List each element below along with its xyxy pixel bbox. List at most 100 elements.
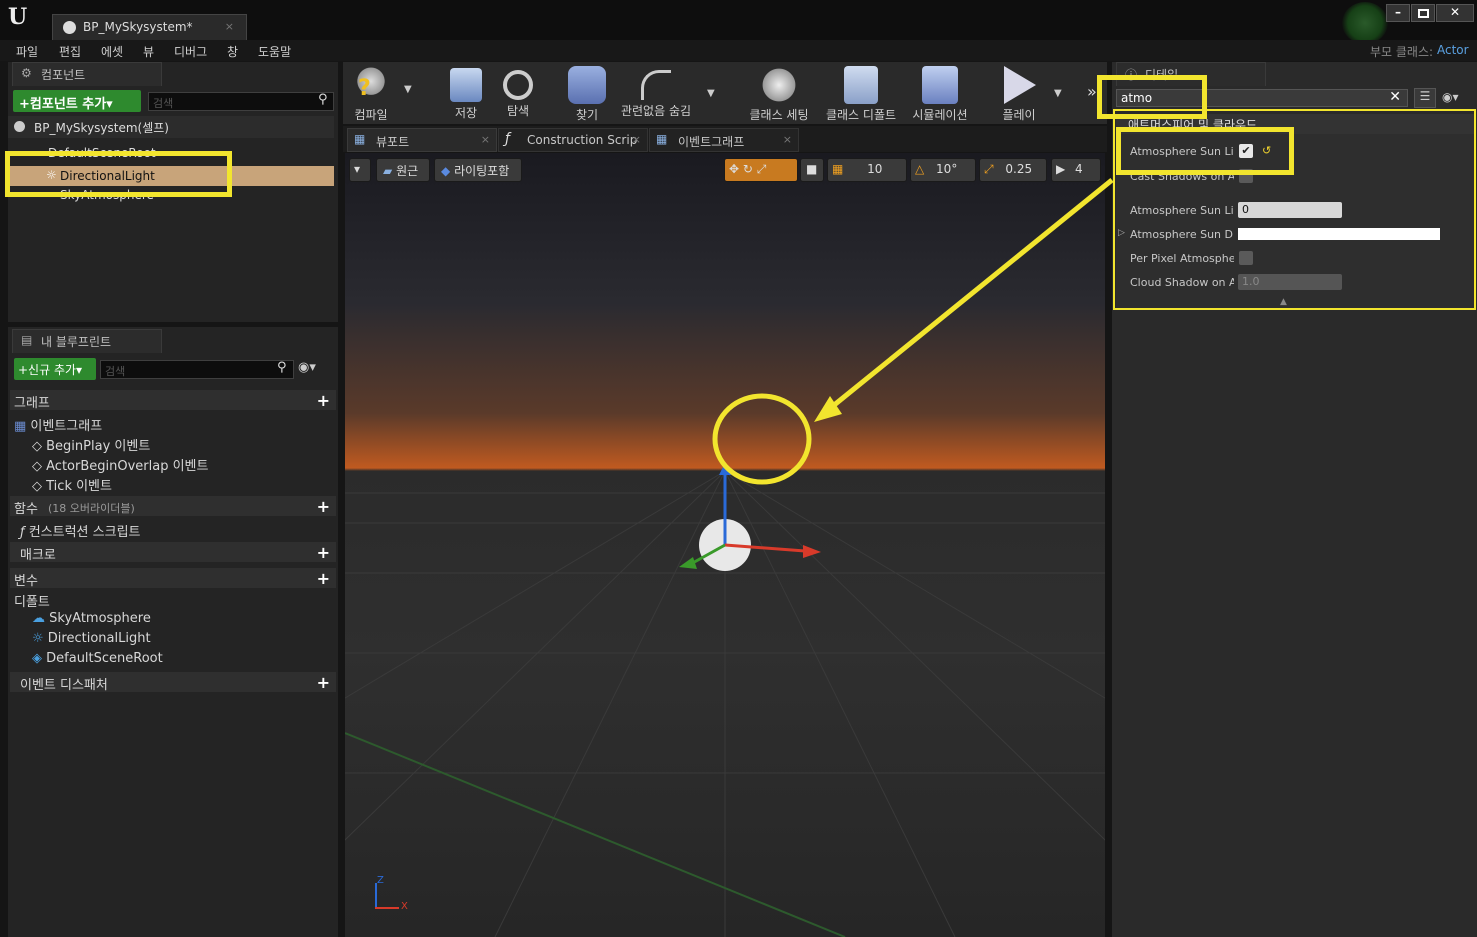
compile-label: 컴파일 [354,108,388,122]
tab-event-graph-label: 이벤트그래프 [678,135,745,149]
blueprint-icon [63,21,76,34]
highlight-directional-light [5,151,232,197]
section-dispatchers[interactable]: 이벤트 디스패처 + [10,672,336,693]
unreal-logo[interactable]: U [8,4,27,30]
perspective-button[interactable]: ▰ 원근 [376,158,430,182]
section-defaults-label[interactable]: 디폴트 [14,591,50,610]
add-icon[interactable]: + [317,391,330,410]
viewport-icon: ▦ [354,132,366,146]
add-icon[interactable]: + [317,497,330,516]
section-graphs[interactable]: 그래프 + [10,390,336,411]
lighting-mode-button[interactable]: ◆ 라이팅포함 [434,158,522,182]
close-icon[interactable]: × [481,133,490,146]
menu-asset[interactable]: 에셋 [101,43,123,60]
blueprint-search-input[interactable]: 검색 [100,360,294,379]
event-graph-label: 이벤트그래프 [30,419,103,434]
graph-icon: ▦ [14,419,31,434]
menu-view[interactable]: 뷰 [143,43,154,60]
component-self-label: BP_MySkysystem(셀프) [34,121,169,135]
add-icon[interactable]: + [317,543,330,562]
add-icon[interactable]: + [317,673,330,692]
clear-search-icon[interactable]: ✕ [1389,89,1401,105]
document-tab[interactable]: BP_MySkysystem* × [52,14,247,40]
sphere-icon [14,121,25,132]
close-icon[interactable]: × [225,20,234,33]
browse-button[interactable]: 탐색 [498,66,538,119]
parent-class-value[interactable]: Actor [1437,43,1469,57]
hide-unrelated-button[interactable]: 관련없음 숨김 [620,66,692,119]
compile-button[interactable]: ? 컴파일 [350,66,392,123]
minimize-button[interactable]: – [1386,4,1410,22]
menu-file[interactable]: 파일 [16,43,38,60]
component-search-input[interactable]: 검색 [148,92,334,111]
expand-toolbar-icon[interactable]: » [1087,82,1097,101]
close-icon[interactable]: × [632,133,641,146]
event-icon: ◇ [32,439,47,454]
viewport-options-button[interactable]: ▾ [349,158,371,182]
search-icon[interactable]: ⚲ [318,92,328,107]
menu-help[interactable]: 도움말 [258,43,291,60]
component-self-row[interactable]: BP_MySkysystem(셀프) [8,116,334,138]
function-icon: ƒ [505,131,510,147]
menu-edit[interactable]: 편집 [59,43,81,60]
add-new-button[interactable]: +신규 추가▾ [14,358,96,380]
annotation-arrow [712,178,1114,485]
default-item-label: DirectionalLight [47,631,151,646]
hide-unrelated-label: 관련없음 숨김 [620,104,692,118]
event-item[interactable]: ◇ Tick 이벤트 [32,475,112,494]
find-button[interactable]: 찾기 [565,66,609,123]
curve-icon [641,70,671,100]
play-label: 플레이 [1002,108,1036,122]
section-functions[interactable]: 함수 (18 오버라이더블) + [10,496,336,517]
eye-icon[interactable]: ◉▾ [1442,90,1459,104]
simulate-button[interactable]: 시뮬레이션 [910,66,970,123]
tab-construction-script[interactable]: ƒ Construction Scrip × [498,128,648,152]
menu-debug[interactable]: 디버그 [174,43,207,60]
section-graphs-label: 그래프 [14,396,50,411]
event-item[interactable]: ◇ ActorBeginOverlap 이벤트 [32,455,208,474]
class-defaults-button[interactable]: 클래스 디폴트 [825,66,897,123]
maximize-button[interactable] [1411,4,1435,22]
add-component-button[interactable]: +컴포넌트 추가▾ [13,90,141,112]
class-settings-button[interactable]: 클래스 세팅 [748,66,810,123]
components-title: 컴포넌트 [41,68,86,82]
tab-event-graph[interactable]: ▦ 이벤트그래프 × [649,128,799,152]
chevron-down-icon[interactable]: ▼ [707,88,715,99]
default-item[interactable]: ☼ DirectionalLight [32,631,151,646]
components-tab[interactable]: ⚙ 컴포넌트 [12,62,162,86]
function-icon: ƒ [20,525,29,540]
save-button[interactable]: 저장 [446,66,486,121]
chevron-down-icon[interactable]: ▼ [404,84,412,95]
class-defaults-label: 클래스 디폴트 [825,108,897,122]
construction-script-item[interactable]: ƒ 컨스트럭션 스크립트 [20,521,141,540]
close-window-button[interactable]: ✕ [1436,4,1474,22]
add-icon[interactable]: + [317,569,330,588]
eye-icon[interactable]: ◉▾ [298,360,316,375]
section-variables[interactable]: 변수 + [10,568,336,589]
tab-viewport-label: 뷰포트 [376,135,410,149]
event-item[interactable]: ◇ BeginPlay 이벤트 [32,435,150,454]
sphere-icon: ◆ [441,164,451,178]
document-tab-title: BP_MySkysystem* [83,20,193,34]
binoculars-icon [568,66,606,104]
default-item[interactable]: ◈ DefaultSceneRoot [32,651,163,666]
property-matrix-button[interactable]: ☰ [1414,88,1436,108]
event-label: BeginPlay 이벤트 [46,439,151,454]
play-icon [1004,66,1036,104]
chevron-down-icon[interactable]: ▼ [1054,88,1062,99]
learn-icon[interactable] [1342,2,1388,44]
default-item[interactable]: ☁ SkyAtmosphere [32,611,151,626]
menu-window[interactable]: 창 [227,43,238,60]
event-graph-item[interactable]: ▦ 이벤트그래프 [14,415,102,434]
my-blueprint-tab[interactable]: ▤ 내 블루프린트 [12,329,162,353]
magnifier-icon [503,70,533,100]
lighting-label: 라이팅포함 [454,164,510,178]
section-macros[interactable]: 매크로 + [10,542,336,563]
title-bar: U BP_MySkysystem* × – ✕ [0,0,1477,44]
search-icon[interactable]: ⚲ [277,360,287,375]
tab-viewport[interactable]: ▦ 뷰포트 × [347,128,497,152]
event-label: Tick 이벤트 [46,479,112,494]
event-icon: ◇ [32,459,47,474]
play-button[interactable]: 플레이 [996,66,1042,123]
close-icon[interactable]: × [783,133,792,146]
